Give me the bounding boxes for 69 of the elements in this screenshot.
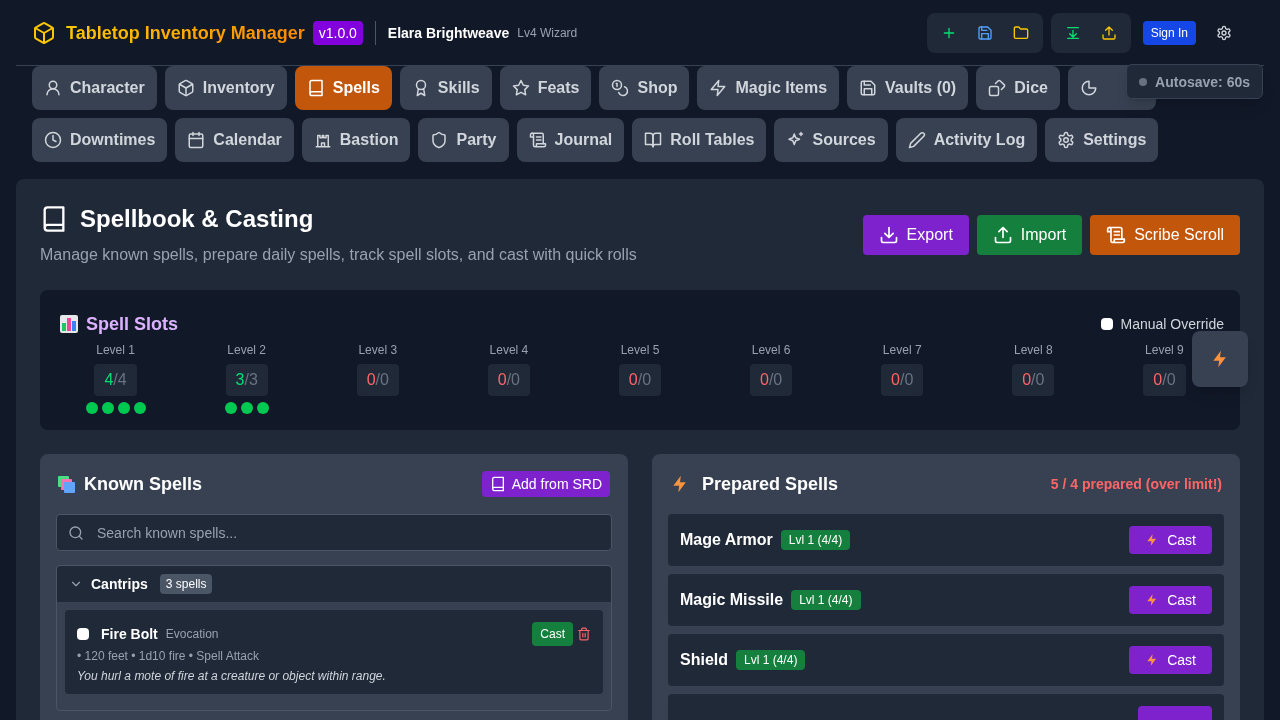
spell-name: Mage Armor	[680, 530, 773, 550]
cast-button[interactable]: Cast	[1129, 646, 1212, 674]
slot-count: 0/0	[618, 364, 662, 396]
slot-count: 0/0	[1143, 364, 1186, 396]
tab[interactable]: Magic Items	[697, 66, 840, 110]
cast-button[interactable]: Cast	[1129, 586, 1212, 614]
tab[interactable]: Dice	[976, 66, 1060, 110]
spell-name: Fire Bolt	[101, 625, 158, 644]
count-badge: 3 spells	[159, 574, 213, 594]
cast-button[interactable]: Cast	[1129, 526, 1212, 554]
tab[interactable]: Inventory	[164, 66, 287, 110]
tab[interactable]: Bastion	[301, 118, 411, 162]
slot-badge: Lvl 1 (4/4)	[780, 530, 851, 550]
slot-level-label: Level 7	[882, 342, 922, 358]
page-title: Spellbook & Casting	[80, 204, 314, 234]
spell-details: • 120 feet • 1d10 fire • Spell Attack	[77, 648, 261, 664]
slot-level-label: Level 8	[1013, 342, 1053, 358]
tab[interactable]: Roll Tables	[632, 118, 767, 162]
slot-badge: Lvl 1 (4/4)	[791, 590, 861, 610]
spell-slots-title: Spell Slots	[86, 313, 179, 336]
tab[interactable]: Activity Log	[895, 118, 1038, 162]
tab[interactable]: Character	[32, 66, 157, 110]
add-from-srd-button[interactable]: Add from SRD	[481, 471, 610, 497]
search-field[interactable]: Search known spells...	[56, 514, 612, 551]
tab[interactable]: Journal	[516, 118, 625, 162]
known-spells-title: Known Spells	[84, 473, 202, 496]
tab[interactable]: Sources	[774, 118, 888, 162]
manual-override-label: Manual Override	[1120, 315, 1224, 334]
slot-count: 0/0	[1012, 364, 1055, 396]
slot-count: 4/4	[94, 364, 137, 396]
spell-name: Shield	[680, 650, 728, 670]
slot-level-label: Level 3	[358, 342, 398, 358]
prepared-count: 5 / 4 prepared (over limit!)	[1050, 475, 1222, 494]
scroll-button[interactable]: Scribe Scroll	[1090, 215, 1240, 255]
slot-count: 3/3	[225, 364, 268, 396]
spell-school: Evocation	[165, 626, 219, 642]
slot-count: 0/0	[356, 364, 399, 396]
tab[interactable]: Shop	[599, 66, 690, 110]
tab[interactable]: Feats	[499, 66, 592, 110]
tab[interactable]: Skills	[399, 66, 492, 110]
tab[interactable]: Party	[418, 118, 509, 162]
cast-button[interactable]: Cast	[532, 622, 573, 646]
group-header[interactable]: Cantrips 3 spells	[57, 566, 611, 602]
slot-level-label: Level 2	[227, 342, 266, 358]
tab[interactable]: Vaults (0)	[847, 66, 969, 110]
tab[interactable]: Downtimes	[32, 118, 168, 162]
character-class: Lv4 Wizard	[517, 24, 578, 41]
spell-description: You hurl a mote of fire at a creature or object within range.	[77, 668, 387, 684]
slot-count: 0/0	[749, 364, 793, 396]
slot-level-label: Level 6	[751, 342, 791, 358]
slot-level-label: Level 1	[96, 342, 135, 358]
tab[interactable]: Settings	[1045, 118, 1159, 162]
slot-count: 0/0	[881, 364, 924, 396]
import-button[interactable]: Import	[976, 215, 1083, 255]
slot-level-label: Level 4	[489, 342, 529, 358]
tab[interactable]: Calendar	[175, 118, 294, 162]
page-subtitle: Manage known spells, prepare daily spells, track spell slots, and cast with quick rolls	[40, 245, 637, 265]
slot-level-label: Level 5	[620, 342, 660, 358]
slot-count: 0/0	[487, 364, 530, 396]
export-button[interactable]: Export	[862, 215, 969, 255]
spell-name: Magic Missile	[680, 590, 784, 610]
slot-level-label: Level 9	[1145, 342, 1184, 358]
sign-in-button[interactable]: Sign In	[1142, 20, 1196, 45]
slot-badge: Lvl 1 (4/4)	[736, 650, 806, 670]
prepared-spells-title: Prepared Spells	[702, 473, 839, 496]
autosave-label: Autosave: 60s	[1155, 72, 1250, 92]
tab[interactable]: Spells	[294, 66, 392, 110]
character-name: Elara Brightweave	[387, 23, 510, 43]
version-badge: v1.0.0	[312, 20, 363, 45]
